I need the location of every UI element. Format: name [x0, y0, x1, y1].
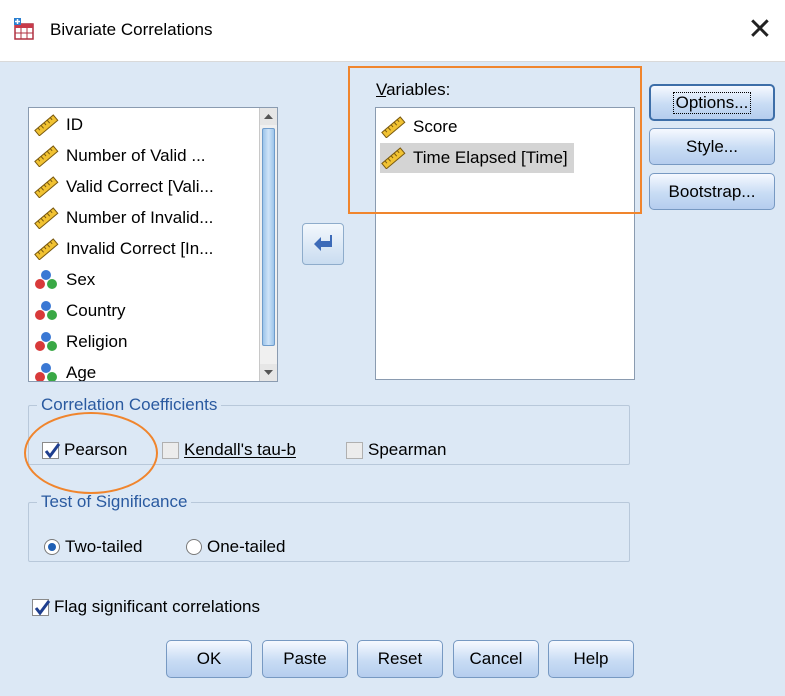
radio-unselected[interactable]: [186, 539, 202, 555]
list-item-label: Score: [413, 117, 458, 136]
scrollbar-thumb[interactable]: [262, 128, 275, 346]
scale-ruler-icon: [34, 176, 59, 198]
scale-ruler-icon: [34, 145, 59, 167]
cancel-button[interactable]: Cancel: [453, 640, 539, 678]
dialog-client-area: ID Number of Valid ... Valid Correct [Va…: [0, 62, 785, 696]
paste-button-label: Paste: [283, 649, 327, 668]
one-tailed-radio[interactable]: One-tailed: [186, 537, 285, 557]
list-item-label: Time Elapsed [Time]: [413, 148, 568, 167]
list-item-label: Age: [66, 363, 97, 382]
variables-label-text: ariables:: [386, 80, 451, 99]
variables-list[interactable]: Score Time Elapsed [Time]: [375, 107, 635, 380]
options-button[interactable]: Options...: [649, 84, 775, 121]
style-button-label: Style...: [686, 136, 738, 156]
kendall-checkbox[interactable]: Kendall's tau-b: [162, 440, 296, 460]
source-variable-list[interactable]: ID Number of Valid ... Valid Correct [Va…: [28, 107, 278, 382]
title-bar: Bivariate Correlations ✕: [0, 0, 785, 62]
list-item[interactable]: Sex: [33, 265, 95, 295]
list-item-label: Invalid Correct [In...: [66, 239, 214, 258]
variables-label-mnemonic: V: [376, 80, 387, 99]
close-icon[interactable]: ✕: [740, 10, 780, 50]
nominal-balls-icon: [35, 332, 57, 351]
correlation-coefficients-legend: Correlation Coefficients: [41, 395, 218, 414]
scale-ruler-icon: [381, 147, 406, 169]
list-item-label: ID: [66, 115, 83, 134]
spearman-label: Spearman: [368, 440, 447, 459]
one-tailed-label: One-tailed: [207, 537, 286, 556]
reset-button-label: Reset: [377, 649, 423, 668]
reset-button[interactable]: Reset: [357, 640, 443, 678]
scale-ruler-icon: [34, 238, 59, 260]
list-item-label: Number of Valid ...: [66, 146, 206, 165]
list-item[interactable]: Age: [33, 358, 97, 382]
two-tailed-label: Two-tailed: [65, 537, 143, 556]
list-item[interactable]: Number of Valid ...: [33, 141, 206, 171]
list-item[interactable]: Invalid Correct [In...: [33, 234, 213, 264]
pearson-label: Pearson: [64, 440, 128, 459]
scroll-down-arrow-icon[interactable]: [260, 364, 277, 381]
style-button[interactable]: Style...: [649, 128, 775, 165]
checkbox-checked[interactable]: [32, 598, 51, 616]
list-item-selected[interactable]: Time Elapsed [Time]: [380, 143, 574, 173]
ok-button[interactable]: OK: [166, 640, 252, 678]
variables-label: Variables:: [376, 80, 450, 100]
list-item[interactable]: Country: [33, 296, 126, 326]
help-button[interactable]: Help: [548, 640, 634, 678]
window-title: Bivariate Correlations: [50, 20, 213, 39]
checkmark-icon: [44, 442, 61, 458]
scale-ruler-icon: [34, 114, 59, 136]
move-left-arrow-icon: [314, 235, 332, 251]
checkbox-unchecked[interactable]: [162, 441, 179, 459]
list-item-label: Number of Invalid...: [66, 208, 214, 227]
list-item[interactable]: Religion: [33, 327, 127, 357]
scroll-up-arrow-icon[interactable]: [260, 108, 277, 125]
list-item-label: Religion: [66, 332, 128, 351]
checkmark-icon: [34, 599, 51, 615]
scale-ruler-icon: [34, 207, 59, 229]
flag-significant-label: Flag significant correlations: [54, 597, 260, 616]
list-item-label: Sex: [66, 270, 96, 289]
kendall-label: Kendall's tau-b: [184, 440, 296, 459]
list-item[interactable]: Valid Correct [Vali...: [33, 172, 214, 202]
nominal-balls-icon: [35, 270, 57, 289]
help-button-label: Help: [573, 649, 609, 668]
cancel-button-label: Cancel: [469, 649, 523, 668]
spss-app-icon: [14, 18, 34, 40]
list-item[interactable]: Number of Invalid...: [33, 203, 213, 233]
test-of-significance-legend: Test of Significance: [41, 492, 188, 511]
pearson-checkbox[interactable]: Pearson: [42, 440, 127, 460]
checkbox-unchecked[interactable]: [346, 441, 363, 459]
list-item[interactable]: Score: [380, 112, 457, 142]
move-variable-button[interactable]: [302, 223, 344, 265]
list-item-label: Valid Correct [Vali...: [66, 177, 214, 196]
radio-selected[interactable]: [44, 539, 60, 555]
scale-ruler-icon: [381, 116, 406, 138]
list-item[interactable]: ID: [33, 110, 83, 140]
paste-button[interactable]: Paste: [262, 640, 348, 678]
flag-significant-checkbox[interactable]: Flag significant correlations: [32, 597, 260, 617]
spearman-checkbox[interactable]: Spearman: [346, 440, 446, 460]
bootstrap-button-label: Bootstrap...: [668, 181, 756, 201]
list-item-label: Country: [66, 301, 126, 320]
options-button-label: Options...: [672, 91, 752, 114]
ok-button-label: OK: [196, 649, 222, 668]
checkbox-checked[interactable]: [42, 441, 61, 459]
two-tailed-radio[interactable]: Two-tailed: [44, 537, 142, 557]
bootstrap-button[interactable]: Bootstrap...: [649, 173, 775, 210]
nominal-balls-icon: [35, 301, 57, 320]
list-scrollbar[interactable]: [259, 108, 277, 381]
nominal-balls-icon: [35, 363, 57, 381]
